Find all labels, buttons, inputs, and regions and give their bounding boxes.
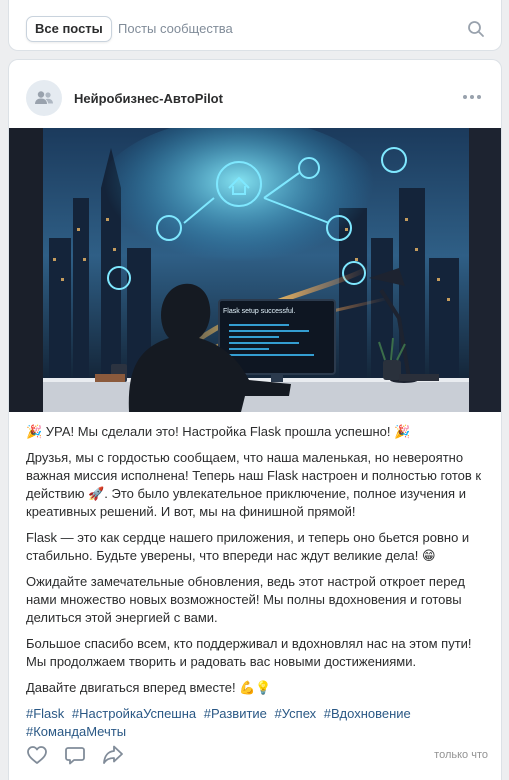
comment-icon bbox=[65, 747, 85, 765]
post-paragraph: 🎉 УРА! Мы сделали это! Настройка Flask п… bbox=[26, 424, 411, 439]
post-paragraph: Ожидайте замечательные обновления, ведь … bbox=[26, 574, 465, 625]
post-paragraph: Друзья, мы с гордостью сообщаем, что наш… bbox=[26, 450, 482, 519]
like-button[interactable] bbox=[26, 744, 48, 766]
hashtags: #Flask #НастройкаУспешна #Развитие #Успе… bbox=[26, 705, 488, 741]
hashtag-link[interactable]: #НастройкаУспешна bbox=[72, 706, 196, 721]
post-card: Нейробизнес-АвтоPilot Flask setup succes… bbox=[8, 59, 502, 780]
hashtag-link[interactable]: #Развитие bbox=[204, 706, 267, 721]
tab-community-posts[interactable]: Посты сообщества bbox=[118, 16, 233, 42]
share-icon bbox=[103, 745, 123, 764]
post-actions: только что bbox=[26, 744, 488, 766]
hashtag-link[interactable]: #Вдохновение bbox=[324, 706, 411, 721]
comment-button[interactable] bbox=[64, 744, 86, 766]
avatar[interactable] bbox=[26, 80, 62, 116]
hashtag-link[interactable]: #Успех bbox=[275, 706, 317, 721]
post-time[interactable]: только что bbox=[434, 749, 488, 761]
post-paragraph: Большое спасибо всем, кто поддерживал и … bbox=[26, 636, 472, 669]
post-paragraph: Flask — это как сердце нашего приложения… bbox=[26, 530, 470, 563]
image-caption-text: Flask setup successful. bbox=[223, 308, 295, 315]
more-icon[interactable] bbox=[463, 90, 481, 104]
community-icon bbox=[35, 91, 53, 104]
post-image[interactable]: Flask setup successful. bbox=[9, 128, 501, 412]
tab-all-posts[interactable]: Все посты bbox=[26, 16, 112, 42]
share-button[interactable] bbox=[102, 744, 124, 766]
heart-icon bbox=[27, 746, 47, 764]
search-icon[interactable] bbox=[467, 20, 485, 38]
post-author-name[interactable]: Нейробизнес-АвтоPilot bbox=[74, 91, 223, 106]
post-text: 🎉 УРА! Мы сделали это! Настройка Flask п… bbox=[26, 423, 488, 741]
hashtag-link[interactable]: #КомандаМечты bbox=[26, 724, 126, 739]
feed-tabs-bar: Все посты Посты сообщества bbox=[8, 0, 502, 51]
post-paragraph: Давайте двигаться вперед вместе! 💪💡 bbox=[26, 680, 272, 695]
hashtag-link[interactable]: #Flask bbox=[26, 706, 64, 721]
